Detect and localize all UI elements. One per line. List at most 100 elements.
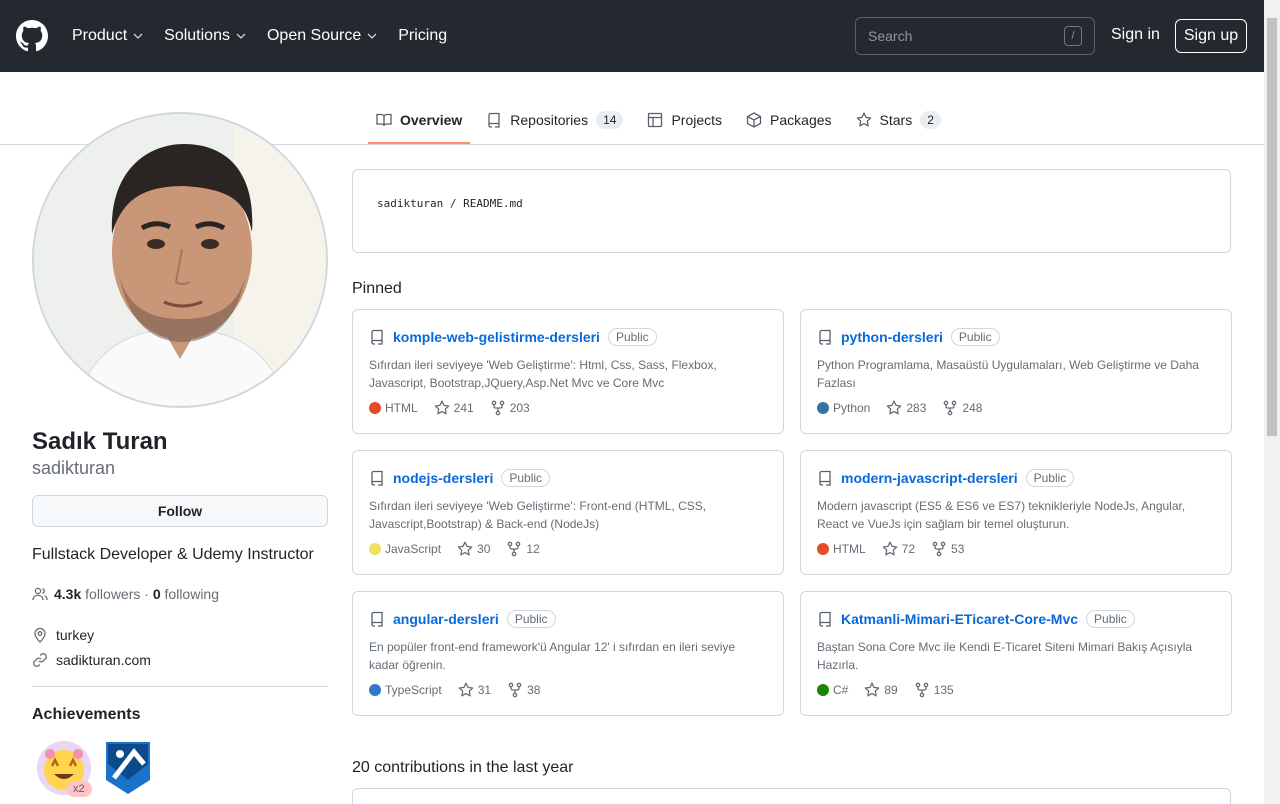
chevron-down-icon (133, 33, 143, 39)
readme-path[interactable]: sadikturan / README.md (377, 197, 523, 210)
repo-link[interactable]: angular-dersleri (393, 611, 499, 627)
tab-projects[interactable]: Projects (639, 96, 730, 144)
repo-link[interactable]: komple-web-gelistirme-dersleri (393, 329, 600, 345)
repo-stars[interactable]: 241 (434, 400, 474, 416)
followers-label[interactable]: followers (85, 586, 140, 602)
nav-solutions-label: Solutions (164, 27, 230, 44)
repo-language: HTML (369, 401, 418, 415)
pinned-repo-card: angular-dersleri Public En popüler front… (352, 591, 784, 716)
location-icon (34, 627, 46, 643)
repo-stars[interactable]: 30 (457, 541, 490, 557)
visibility-badge: Public (1025, 469, 1075, 487)
repo-link[interactable]: python-dersleri (841, 329, 943, 345)
repo-icon (371, 470, 383, 486)
repo-forks[interactable]: 135 (914, 682, 954, 698)
tab-stars[interactable]: Stars 2 (848, 96, 949, 144)
forks-value: 248 (962, 401, 983, 415)
repo-forks[interactable]: 38 (507, 682, 540, 698)
repo-link[interactable]: Katmanli-Mimari-ETicaret-Core-Mvc (841, 611, 1078, 627)
scrollbar-thumb[interactable] (1267, 18, 1277, 436)
nav-pricing[interactable]: Pricing (398, 27, 447, 45)
repo-icon (819, 329, 831, 345)
search-input[interactable]: Search / (855, 17, 1095, 55)
language-name: HTML (833, 542, 866, 556)
people-icon (32, 587, 48, 601)
sidebar-divider (32, 686, 328, 687)
website-item: sadikturan.com (32, 652, 151, 668)
tab-packages[interactable]: Packages (738, 96, 839, 144)
repo-description: Sıfırdan ileri seviyeye 'Web Geliştirme'… (369, 358, 717, 390)
location-text: turkey (56, 627, 95, 643)
readme-owner[interactable]: sadikturan (377, 197, 443, 210)
sign-up-button[interactable]: Sign up (1175, 19, 1247, 53)
repo-link[interactable]: nodejs-dersleri (393, 470, 493, 486)
star-icon (457, 541, 473, 556)
search-hotkey-hint: / (1064, 26, 1082, 46)
stars-value: 89 (884, 683, 898, 697)
star-icon (458, 682, 473, 697)
fork-icon (491, 400, 505, 416)
repo-stars[interactable]: 89 (864, 682, 898, 698)
followers-separator: · (144, 586, 149, 602)
visibility-badge: Public (501, 469, 551, 487)
repo-link[interactable]: modern-javascript-dersleri (841, 470, 1018, 486)
following-count[interactable]: 0 (153, 586, 161, 602)
repo-icon (371, 611, 383, 627)
contributions-title: 20 contributions in the last year (352, 759, 574, 776)
repo-forks[interactable]: 12 (506, 541, 540, 557)
fork-icon (915, 682, 929, 698)
repo-forks[interactable]: 203 (490, 400, 530, 416)
tab-repositories-label: Repositories (510, 112, 589, 128)
repo-stars[interactable]: 283 (886, 400, 926, 416)
repo-description: Modern javascript (ES5 & ES6 ve ES7) tek… (817, 499, 1186, 531)
repo-description: En popüler front-end framework'ü Angular… (369, 640, 736, 672)
repo-language: C# (817, 683, 848, 697)
website-link[interactable]: sadikturan.com (56, 652, 151, 668)
repo-stars[interactable]: 72 (882, 541, 915, 557)
avatar[interactable] (32, 112, 328, 408)
language-name: JavaScript (385, 542, 442, 556)
profile-bio: Fullstack Developer & Udemy Instructor (32, 546, 314, 563)
contributions-graph (352, 788, 1231, 804)
repo-forks[interactable]: 248 (942, 400, 982, 416)
language-name: HTML (385, 401, 418, 415)
star-icon (882, 541, 897, 556)
scrollbar[interactable] (1264, 0, 1280, 804)
followers-count[interactable]: 4.3k (54, 586, 81, 602)
language-name: Python (833, 401, 871, 415)
pinned-repo-card: python-dersleri Public Python Programlam… (800, 309, 1232, 434)
visibility-badge: Public (1086, 610, 1135, 628)
table-icon (648, 112, 663, 128)
repo-language: TypeScript (369, 683, 442, 697)
follow-button[interactable]: Follow (32, 495, 328, 527)
sign-in-link[interactable]: Sign in (1111, 26, 1160, 44)
visibility-badge: Public (607, 328, 657, 346)
tab-overview[interactable]: Overview (368, 96, 471, 144)
nav-product[interactable]: Product (72, 27, 144, 45)
achievements-title: Achievements (32, 706, 141, 723)
tab-stars-label: Stars (879, 112, 913, 128)
tab-projects-label: Projects (671, 112, 723, 128)
arctic-code-vault-achievement-icon[interactable] (104, 740, 152, 796)
repo-stars[interactable]: 31 (458, 682, 491, 698)
repo-icon (371, 329, 383, 345)
language-name: TypeScript (385, 683, 442, 697)
readme-file[interactable]: README.md (463, 197, 523, 210)
visibility-badge: Public (950, 328, 1000, 346)
readme-box: sadikturan / README.md (352, 169, 1231, 253)
github-logo-icon[interactable] (16, 20, 48, 52)
language-color-dot (369, 402, 381, 414)
repo-forks[interactable]: 53 (931, 541, 964, 557)
link-icon (33, 653, 47, 667)
location-item: turkey (32, 627, 94, 643)
forks-value: 38 (527, 683, 541, 697)
forks-value: 203 (509, 401, 530, 415)
pinned-title: Pinned (352, 280, 402, 297)
language-name: C# (833, 683, 849, 697)
fork-icon (508, 541, 521, 557)
tab-repositories[interactable]: Repositories 14 (478, 96, 631, 144)
fork-icon (944, 400, 957, 416)
following-label[interactable]: following (165, 586, 219, 602)
nav-open-source[interactable]: Open Source (267, 27, 378, 45)
nav-solutions[interactable]: Solutions (164, 27, 247, 45)
